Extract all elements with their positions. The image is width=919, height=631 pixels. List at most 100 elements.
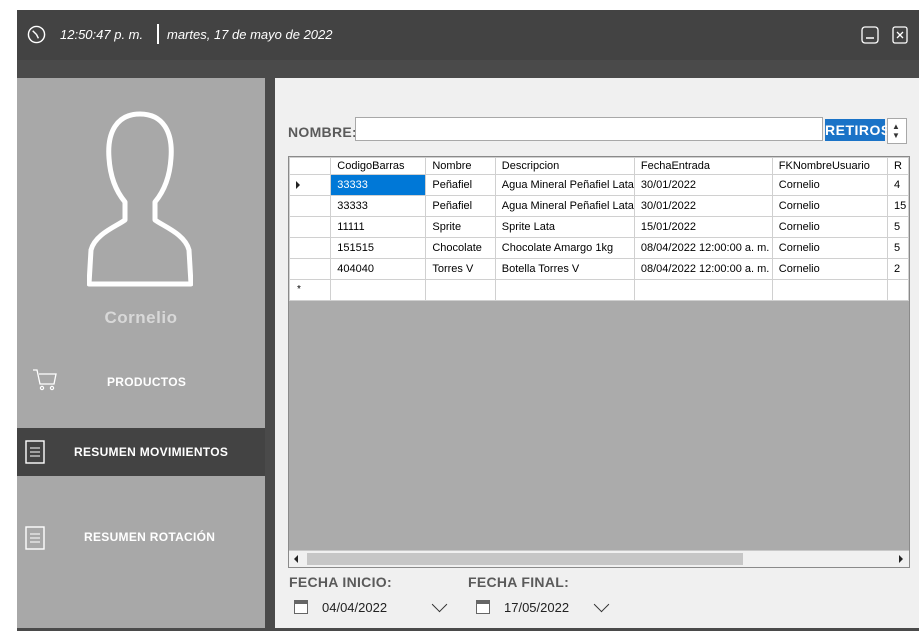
table-cell[interactable]: 33333 bbox=[330, 174, 427, 196]
row-header[interactable] bbox=[289, 258, 332, 280]
fecha-inicio-picker[interactable]: 04/04/2022 bbox=[288, 594, 458, 620]
title-separator bbox=[157, 24, 159, 44]
table-cell[interactable]: 5 bbox=[887, 216, 909, 238]
table-cell[interactable]: Agua Mineral Peñafiel Lata bbox=[494, 174, 635, 196]
table-cell[interactable]: Botella Torres V bbox=[494, 258, 635, 280]
row-header[interactable] bbox=[289, 216, 332, 238]
table-cell[interactable] bbox=[494, 279, 635, 301]
scrollbar-thumb[interactable] bbox=[307, 553, 743, 565]
table-row[interactable]: 33333 Peñafiel Agua Mineral Peñafiel Lat… bbox=[289, 174, 909, 196]
table-cell[interactable]: 2 bbox=[887, 258, 909, 280]
column-header[interactable]: Descripcion bbox=[494, 157, 635, 175]
main-panel: NOMBRE: RETIROS ▲ ▼ CodigoBarras Nombre … bbox=[275, 78, 919, 628]
data-grid[interactable]: CodigoBarras Nombre Descripcion FechaEnt… bbox=[288, 156, 910, 568]
close-icon[interactable] bbox=[892, 26, 908, 44]
sidebar-item-productos[interactable]: PRODUCTOS bbox=[17, 356, 265, 404]
document-list-icon bbox=[25, 526, 45, 550]
table-cell[interactable] bbox=[771, 279, 889, 301]
column-header[interactable]: FKNombreUsuario bbox=[771, 157, 889, 175]
table-cell[interactable]: 15/01/2022 bbox=[633, 216, 773, 238]
table-cell[interactable] bbox=[887, 279, 909, 301]
nombre-label: NOMBRE: bbox=[288, 124, 357, 140]
sidebar-item-label: PRODUCTOS bbox=[107, 375, 187, 389]
table-cell[interactable] bbox=[425, 279, 496, 301]
table-cell[interactable]: Sprite bbox=[425, 216, 496, 238]
sidebar-item-label: RESUMEN ROTACIÓN bbox=[84, 530, 216, 544]
table-cell[interactable]: Peñafiel bbox=[425, 174, 496, 196]
table-cell[interactable]: Chocolate bbox=[425, 237, 496, 259]
table-cell[interactable]: Cornelio bbox=[771, 216, 889, 238]
table-cell[interactable]: Chocolate Amargo 1kg bbox=[494, 237, 635, 259]
row-header[interactable] bbox=[289, 174, 332, 196]
sidebar-item-resumen-rotacion[interactable]: RESUMEN ROTACIÓN bbox=[17, 512, 265, 560]
table-cell[interactable]: 30/01/2022 bbox=[633, 195, 773, 217]
fecha-final-picker[interactable]: 17/05/2022 bbox=[470, 594, 640, 620]
table-cell[interactable] bbox=[330, 279, 427, 301]
table-cell[interactable]: Agua Mineral Peñafiel Lata bbox=[494, 195, 635, 217]
sidebar-item-resumen-movimientos[interactable]: RESUMEN MOVIMIENTOS bbox=[17, 428, 265, 476]
mode-spinner[interactable]: ▲ ▼ bbox=[887, 118, 907, 144]
table-cell[interactable]: Cornelio bbox=[771, 258, 889, 280]
table-row[interactable]: 404040 Torres V Botella Torres V 08/04/2… bbox=[289, 258, 909, 280]
column-header[interactable]: CodigoBarras bbox=[330, 157, 427, 175]
table-cell[interactable]: 15 bbox=[887, 195, 909, 217]
grid-header-row: CodigoBarras Nombre Descripcion FechaEnt… bbox=[289, 157, 909, 175]
table-row[interactable]: 151515 Chocolate Chocolate Amargo 1kg 08… bbox=[289, 237, 909, 259]
table-cell[interactable]: Peñafiel bbox=[425, 195, 496, 217]
fecha-final-label: FECHA FINAL: bbox=[468, 574, 570, 590]
chevron-down-icon[interactable] bbox=[431, 596, 448, 613]
column-header[interactable]: FechaEntrada bbox=[633, 157, 773, 175]
new-row[interactable]: * bbox=[289, 279, 909, 301]
table-cell[interactable]: Cornelio bbox=[771, 174, 889, 196]
table-cell[interactable]: 404040 bbox=[330, 258, 427, 280]
sidebar-item-label: RESUMEN MOVIMIENTOS bbox=[74, 445, 229, 459]
scroll-right-icon[interactable] bbox=[899, 555, 903, 563]
username-label: Cornelio bbox=[104, 308, 178, 327]
chevron-down-icon[interactable] bbox=[593, 596, 610, 613]
table-cell[interactable] bbox=[633, 279, 773, 301]
fecha-final-value: 17/05/2022 bbox=[504, 600, 570, 615]
new-row-marker: * bbox=[297, 284, 301, 295]
table-cell[interactable]: Torres V bbox=[425, 258, 496, 280]
table-cell[interactable]: 30/01/2022 bbox=[633, 174, 773, 196]
row-header[interactable]: * bbox=[289, 279, 332, 301]
fecha-inicio-value: 04/04/2022 bbox=[322, 600, 388, 615]
chevron-down-icon[interactable]: ▼ bbox=[892, 132, 900, 140]
mode-select[interactable]: RETIROS bbox=[825, 119, 890, 141]
calendar-icon bbox=[476, 600, 490, 614]
column-header[interactable]: Nombre bbox=[425, 157, 496, 175]
fecha-inicio-label: FECHA INICIO: bbox=[289, 574, 392, 590]
row-header-corner bbox=[289, 157, 332, 175]
table-cell[interactable]: 08/04/2022 12:00:00 a. m. bbox=[633, 258, 773, 280]
horizontal-scrollbar[interactable] bbox=[289, 550, 909, 567]
nombre-input[interactable] bbox=[355, 117, 823, 141]
chevron-up-icon[interactable]: ▲ bbox=[892, 123, 900, 131]
sidebar: Cornelio PRODUCTOS RESUMEN MOVIMIENTOS R… bbox=[17, 78, 265, 628]
scroll-left-icon[interactable] bbox=[294, 555, 298, 563]
app-window: 12:50:47 p. m. martes, 17 de mayo de 202… bbox=[17, 10, 919, 631]
current-date: martes, 17 de mayo de 2022 bbox=[167, 27, 333, 42]
user-avatar-icon bbox=[87, 111, 193, 287]
table-cell[interactable]: Sprite Lata bbox=[494, 216, 635, 238]
calendar-icon bbox=[294, 600, 308, 614]
current-time: 12:50:47 p. m. bbox=[60, 27, 144, 42]
table-cell[interactable]: 151515 bbox=[330, 237, 427, 259]
table-cell[interactable]: 08/04/2022 12:00:00 a. m. bbox=[633, 237, 773, 259]
row-header[interactable] bbox=[289, 195, 332, 217]
table-row[interactable]: 11111 Sprite Sprite Lata 15/01/2022 Corn… bbox=[289, 216, 909, 238]
table-cell[interactable]: Cornelio bbox=[771, 195, 889, 217]
table-cell[interactable]: 4 bbox=[887, 174, 909, 196]
document-list-icon bbox=[25, 440, 45, 464]
title-bar: 12:50:47 p. m. martes, 17 de mayo de 202… bbox=[17, 10, 919, 60]
table-cell[interactable]: Cornelio bbox=[771, 237, 889, 259]
minimize-icon[interactable] bbox=[861, 26, 879, 44]
current-row-icon bbox=[296, 181, 300, 189]
row-header[interactable] bbox=[289, 237, 332, 259]
cart-icon bbox=[33, 369, 57, 391]
table-cell[interactable]: 11111 bbox=[330, 216, 427, 238]
table-cell[interactable]: 33333 bbox=[330, 195, 427, 217]
column-header[interactable]: R bbox=[887, 157, 909, 175]
table-cell[interactable]: 5 bbox=[887, 237, 909, 259]
clock-icon bbox=[27, 25, 46, 44]
table-row[interactable]: 33333 Peñafiel Agua Mineral Peñafiel Lat… bbox=[289, 195, 909, 217]
